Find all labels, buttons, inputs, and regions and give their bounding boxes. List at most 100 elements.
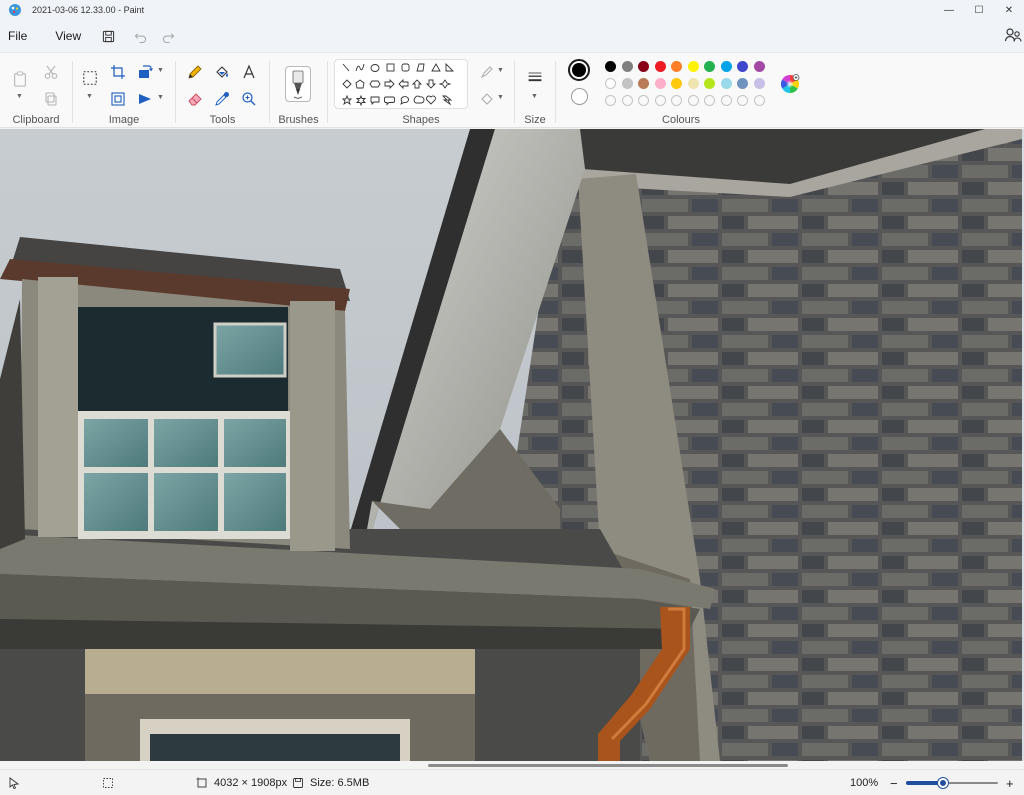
eraser-icon[interactable] (186, 90, 204, 108)
palette-swatch[interactable] (753, 78, 765, 89)
tools-group: Tools (176, 53, 269, 129)
close-button[interactable]: ✕ (994, 0, 1024, 20)
tools-label: Tools (209, 114, 236, 126)
primary-color-swatch[interactable] (568, 59, 590, 81)
oval-shape-icon (370, 64, 380, 72)
palette-swatch[interactable] (621, 61, 633, 72)
flip-dropdown-icon[interactable]: ▼ (157, 94, 164, 101)
share-icon[interactable] (1004, 26, 1022, 44)
outline-icon[interactable] (478, 63, 496, 81)
palette-swatch[interactable] (720, 61, 732, 72)
magnifier-icon[interactable] (240, 90, 258, 108)
shapes-icons (341, 62, 455, 107)
file-menu[interactable]: File (0, 23, 35, 49)
edit-colours-button[interactable] (780, 74, 800, 94)
zoom-slider-thumb[interactable] (937, 778, 948, 788)
zoom-out-button[interactable]: − (890, 770, 898, 795)
palette-swatch[interactable] (737, 78, 748, 89)
palette-swatch[interactable] (671, 78, 682, 89)
cloud-callout-shape-icon (413, 95, 425, 104)
select-icon[interactable] (79, 67, 101, 89)
horizontal-scrollbar[interactable] (428, 764, 788, 767)
palette-swatch[interactable] (704, 61, 715, 72)
size-label: Size (524, 114, 546, 126)
palette-swatch[interactable] (654, 61, 666, 72)
paste-icon[interactable] (10, 68, 30, 90)
colour-wheel-icon (780, 74, 800, 93)
shape-fill-dropdown-icon[interactable]: ▼ (497, 94, 504, 101)
canvas-area[interactable] (0, 129, 1024, 761)
custom-colour-slot[interactable] (687, 95, 699, 106)
colours-label: Colours (662, 114, 700, 126)
minimize-button[interactable]: — (934, 0, 964, 20)
brushes-label: Brushes (278, 114, 319, 126)
size-dropdown-icon[interactable]: ▼ (531, 93, 538, 100)
down-arrow-shape-icon (425, 79, 437, 89)
maximize-button[interactable]: ☐ (964, 0, 994, 20)
resize-icon[interactable] (109, 90, 127, 108)
custom-colour-slot[interactable] (605, 95, 616, 106)
canvas-image[interactable] (0, 129, 1022, 761)
six-point-star-shape-icon (355, 94, 367, 107)
rotate-dropdown-icon[interactable]: ▼ (157, 67, 164, 74)
clipboard-label: Clipboard (12, 114, 60, 126)
palette-swatch[interactable] (671, 61, 682, 72)
redo-icon[interactable] (157, 25, 179, 47)
secondary-color-swatch[interactable] (571, 88, 588, 105)
rotate-icon[interactable] (136, 63, 154, 81)
brush-button[interactable] (285, 66, 311, 102)
menu-bar: File View (0, 20, 1024, 52)
heart-shape-icon (426, 95, 436, 105)
palette-swatch[interactable] (654, 78, 666, 89)
custom-colour-slot[interactable] (654, 95, 666, 106)
palette-swatch[interactable] (638, 61, 649, 72)
zoom-in-button[interactable]: + (1006, 770, 1014, 795)
rect-callout-shape-icon (370, 96, 380, 106)
four-point-star-shape-icon (438, 79, 452, 89)
select-dropdown-icon[interactable]: ▼ (86, 93, 93, 100)
palette-swatch[interactable] (704, 78, 715, 89)
shapes-gallery[interactable] (334, 59, 468, 109)
image-dimensions-text: 4032 × 1908px (214, 777, 288, 789)
custom-colour-slot[interactable] (753, 95, 765, 106)
palette-swatch[interactable] (737, 61, 748, 72)
size-group: ▼ Size (515, 53, 555, 129)
zoom-percent[interactable]: 100% (850, 770, 878, 795)
pencil-icon[interactable] (186, 63, 204, 81)
custom-colour-slot[interactable] (720, 95, 732, 106)
shape-fill-icon[interactable] (478, 90, 496, 108)
save-size-icon (293, 778, 303, 788)
copy-icon[interactable] (42, 90, 60, 108)
custom-colour-slot[interactable] (737, 95, 748, 106)
palette-swatch[interactable] (720, 78, 732, 89)
window-title: 2021-03-06 12.33.00 - Paint (32, 5, 145, 15)
custom-colour-slot[interactable] (621, 95, 633, 106)
save-icon[interactable] (97, 25, 119, 47)
custom-colour-slot[interactable] (638, 95, 649, 106)
palette-swatch[interactable] (605, 78, 616, 89)
zoom-slider[interactable] (906, 778, 998, 788)
custom-colour-slot[interactable] (704, 95, 715, 106)
brush-icon (292, 70, 304, 100)
outline-dropdown-icon[interactable]: ▼ (497, 67, 504, 74)
palette-swatch[interactable] (621, 78, 633, 89)
palette-swatch[interactable] (638, 78, 649, 89)
paint-app-icon (9, 4, 21, 16)
palette-swatch[interactable] (753, 61, 765, 72)
stroke-size-icon[interactable] (525, 69, 545, 85)
view-menu[interactable]: View (47, 23, 89, 49)
paste-dropdown-icon[interactable]: ▼ (16, 93, 23, 100)
undo-icon[interactable] (129, 25, 151, 47)
custom-colour-slot[interactable] (671, 95, 682, 106)
color-picker-icon[interactable] (213, 90, 231, 108)
oval-callout-shape-icon (400, 96, 409, 105)
cut-icon[interactable] (42, 63, 60, 81)
text-icon[interactable] (240, 63, 258, 81)
flip-icon[interactable] (136, 90, 154, 108)
crop-icon[interactable] (109, 63, 127, 81)
shapes-group: ▼ ▼ Shapes (328, 53, 514, 129)
palette-swatch[interactable] (687, 78, 699, 89)
palette-swatch[interactable] (687, 61, 699, 72)
palette-swatch[interactable] (605, 61, 616, 72)
fill-icon[interactable] (213, 63, 231, 81)
